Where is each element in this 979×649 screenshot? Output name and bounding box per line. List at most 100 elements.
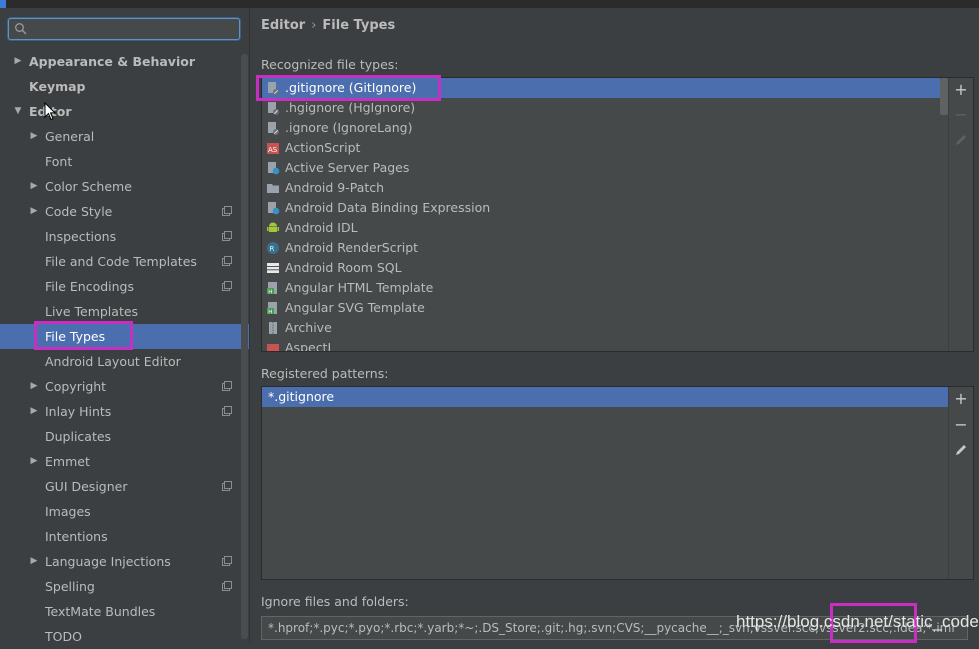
sidebar-item-label: TextMate Bundles: [45, 604, 156, 619]
sidebar-item-label: File Types: [45, 329, 106, 344]
collapse-arrow-icon[interactable]: ▶: [29, 449, 39, 474]
file-type-row[interactable]: R Android RenderScript: [262, 238, 940, 258]
sidebar-item-label: Duplicates: [45, 429, 112, 444]
collapse-arrow-icon[interactable]: ▶: [29, 374, 39, 399]
sidebar-item-copyright[interactable]: ▶ Copyright: [0, 374, 249, 399]
breadcrumb-parent[interactable]: Editor: [261, 18, 305, 33]
file-type-row[interactable]: Active Server Pages: [262, 158, 940, 178]
sidebar-item-todo[interactable]: TODO: [0, 624, 249, 649]
sidebar-item-emmet[interactable]: ▶ Emmet: [0, 449, 249, 474]
sidebar-item-file-and-code-templates[interactable]: File and Code Templates: [0, 249, 249, 274]
file-type-label: .gitignore (GitIgnore): [285, 80, 417, 95]
search-icon: [15, 23, 27, 35]
ignore-file-icon: [268, 122, 279, 135]
sidebar-item-font[interactable]: Font: [0, 149, 249, 174]
sidebar-item-android-layout-editor[interactable]: Android Layout Editor: [0, 349, 249, 374]
file-type-row[interactable]: AS ActionScript: [262, 138, 940, 158]
sidebar-item-live-templates[interactable]: Live Templates: [0, 299, 249, 324]
sidebar-item-file-encodings[interactable]: File Encodings: [0, 274, 249, 299]
project-level-icon: [222, 281, 232, 291]
recognized-file-types-list[interactable]: .gitignore (GitIgnore) .hgignore (HgIgnor…: [261, 77, 974, 352]
recognized-list-scrollbar[interactable]: [940, 78, 948, 115]
edit-file-type-button[interactable]: [953, 133, 969, 149]
ignore-label: Ignore files and folders:: [261, 594, 409, 609]
file-type-row[interactable]: Android 9-Patch: [262, 178, 940, 198]
remove-file-type-button[interactable]: −: [953, 107, 969, 123]
sidebar-item-label: General: [45, 129, 95, 144]
sidebar-item-spelling[interactable]: Spelling: [0, 574, 249, 599]
aspectj-icon: [267, 344, 279, 351]
expand-arrow-icon[interactable]: ▼: [13, 99, 23, 124]
pattern-label: *.gitignore: [268, 389, 335, 404]
sidebar-item-label: Inspections: [45, 229, 117, 244]
sidebar-item-label: Images: [45, 504, 91, 519]
sidebar-item-keymap[interactable]: Keymap: [0, 74, 249, 99]
pencil-icon: [956, 445, 966, 455]
archive-icon: [269, 322, 277, 334]
sidebar-item-inspections[interactable]: Inspections: [0, 224, 249, 249]
file-type-row[interactable]: Archive: [262, 318, 940, 338]
svg-text:H: H: [268, 289, 272, 295]
sidebar-item-general[interactable]: ▶ General: [0, 124, 249, 149]
settings-tree: ▶Appearance & BehaviorKeymap▼Editor▶Gene…: [0, 49, 249, 649]
sidebar-item-label: Live Templates: [45, 304, 139, 319]
collapse-arrow-icon[interactable]: ▶: [29, 174, 39, 199]
collapse-arrow-icon[interactable]: ▶: [29, 549, 39, 574]
patterns-toolbar: + −: [948, 387, 973, 579]
collapse-arrow-icon[interactable]: ▶: [13, 49, 23, 74]
renderscript-icon: R: [267, 242, 279, 254]
sidebar-item-gui-designer[interactable]: GUI Designer: [0, 474, 249, 499]
file-type-row[interactable]: Android Room SQL: [262, 258, 940, 278]
recognized-label: Recognized file types:: [261, 57, 399, 72]
pencil-icon: [956, 135, 966, 145]
add-file-type-button[interactable]: +: [953, 82, 969, 98]
watermark: https://blog.csdn.net/static_coder: [736, 612, 979, 631]
html-template-icon: H: [267, 282, 277, 295]
edit-pattern-button[interactable]: [953, 443, 969, 459]
sidebar-item-editor[interactable]: ▼Editor: [0, 99, 249, 124]
sidebar-item-duplicates[interactable]: Duplicates: [0, 424, 249, 449]
sidebar-item-label: File Encodings: [45, 279, 135, 294]
sidebar-item-code-style[interactable]: ▶ Code Style: [0, 199, 249, 224]
collapse-arrow-icon[interactable]: ▶: [29, 124, 39, 149]
sidebar-item-label: Android Layout Editor: [45, 354, 181, 369]
file-type-label: .ignore (IgnoreLang): [285, 120, 413, 135]
app-icon: [0, 0, 6, 8]
pattern-row[interactable]: *.gitignore: [262, 387, 948, 407]
remove-pattern-button[interactable]: −: [953, 417, 969, 433]
search-input[interactable]: [33, 21, 237, 39]
asp-icon: [268, 162, 280, 175]
file-type-label: Android 9-Patch: [285, 180, 385, 195]
file-type-row[interactable]: Android IDL: [262, 218, 940, 238]
file-type-row[interactable]: .hgignore (HgIgnore): [262, 98, 940, 118]
file-type-row[interactable]: H Angular HTML Template: [262, 278, 940, 298]
sidebar-item-textmate-bundles[interactable]: TextMate Bundles: [0, 599, 249, 624]
collapse-arrow-icon[interactable]: ▶: [29, 399, 39, 424]
settings-search[interactable]: [8, 18, 240, 40]
collapse-arrow-icon[interactable]: ▶: [29, 199, 39, 224]
file-type-row[interactable]: Android Data Binding Expression: [262, 198, 940, 218]
sidebar-item-label: GUI Designer: [45, 479, 128, 494]
file-types-page: Editor › File Types Recognized file types:…: [251, 8, 979, 643]
file-type-label: Android IDL: [285, 220, 358, 235]
sidebar-item-intentions[interactable]: Intentions: [0, 524, 249, 549]
file-type-row[interactable]: AspectJ: [262, 338, 940, 351]
sidebar-item-inlay-hints[interactable]: ▶ Inlay Hints: [0, 399, 249, 424]
file-type-row[interactable]: .gitignore (GitIgnore): [262, 78, 940, 98]
file-type-label: ActionScript: [285, 140, 361, 155]
file-type-row[interactable]: H Angular SVG Template: [262, 298, 940, 318]
mouse-cursor-icon: [44, 102, 57, 121]
sidebar-item-file-types[interactable]: File Types: [0, 324, 249, 349]
sidebar-item-label: Code Style: [45, 204, 113, 219]
sidebar-item-color-scheme[interactable]: ▶ Color Scheme: [0, 174, 249, 199]
add-pattern-button[interactable]: +: [953, 391, 969, 407]
android-icon: [267, 222, 279, 232]
svg-text:H: H: [268, 309, 272, 315]
sidebar-item-appearance-behavior[interactable]: ▶ Appearance & Behavior: [0, 49, 249, 74]
file-type-row[interactable]: .ignore (IgnoreLang): [262, 118, 940, 138]
sidebar-scrollbar[interactable]: [241, 54, 248, 639]
sidebar-item-images[interactable]: Images: [0, 499, 249, 524]
sidebar-item-label: Appearance & Behavior: [29, 54, 195, 69]
registered-patterns-list[interactable]: *.gitignore + −: [261, 386, 974, 580]
sidebar-item-language-injections[interactable]: ▶ Language Injections: [0, 549, 249, 574]
